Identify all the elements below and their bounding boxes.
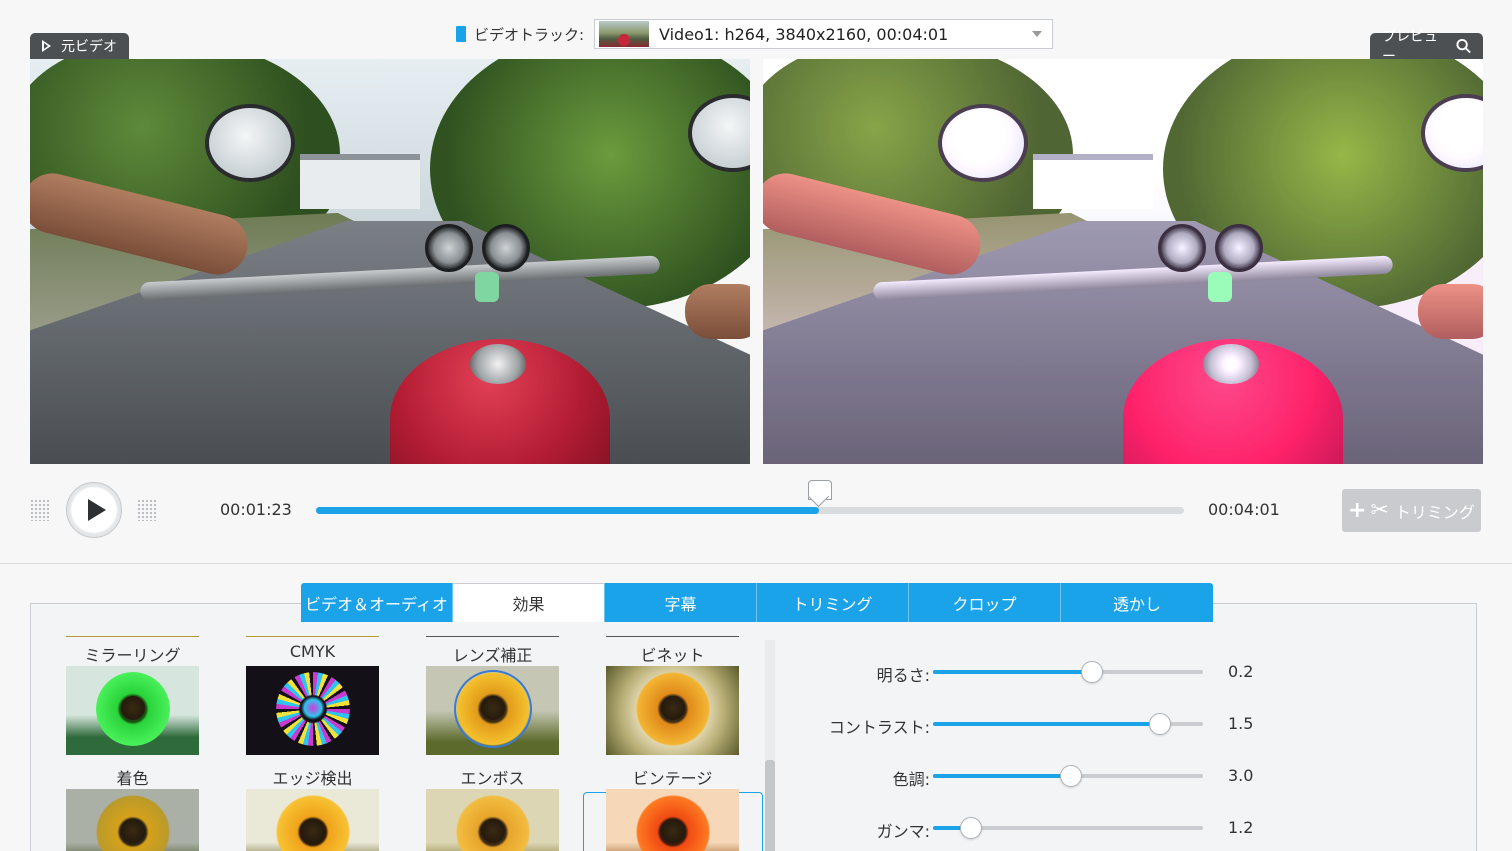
gamma-value: 1.2 [1228,818,1254,837]
effect-emboss[interactable]: エンボス [426,760,559,851]
slider-knob[interactable] [1059,765,1082,787]
video-track-row: ビデオトラック: Video1: h264, 3840x2160, 00:04:… [456,19,1053,49]
effect-thumbnail [66,666,199,755]
effect-label: レンズ補正 [452,646,533,665]
contrast-slider[interactable] [933,713,1203,735]
slider-knob[interactable] [1148,713,1171,735]
drag-grip-icon[interactable] [137,499,157,521]
effect-vintage[interactable]: ビンテージ [606,760,739,851]
plus-icon: + [1348,498,1367,523]
trim-button-label: トリミング [1394,502,1475,522]
effect-vignette[interactable]: ビネット [606,636,739,755]
effect-thumbnail [606,666,739,755]
scissors-icon: ✂ [1370,498,1389,523]
tab-crop[interactable]: クロップ [909,583,1061,622]
effect-label: CMYK [289,642,336,661]
slider-knob[interactable] [959,817,982,839]
settings-tabs: ビデオ＆オーディオ 効果 字幕 トリミング クロップ 透かし [301,583,1213,622]
section-divider [0,563,1512,564]
contrast-row: コントラスト: 1.5 [780,709,1280,739]
effect-label: ビネット [640,646,705,665]
slider-fill [933,670,1093,674]
effects-scrollbar[interactable] [765,640,775,851]
scrollbar-thumb[interactable] [765,760,775,851]
effect-thumbnail [426,666,559,755]
effect-thumbnail [246,789,379,851]
slider-knob[interactable] [1081,661,1104,683]
drag-grip-icon[interactable] [30,499,50,521]
timeline-track[interactable] [316,480,1184,514]
track-thumbnail [599,21,649,47]
tab-watermark[interactable]: 透かし [1061,583,1213,622]
brightness-label: 明るさ: [876,666,930,685]
timeline-handle[interactable] [808,480,833,506]
track-icon [456,26,466,42]
brightness-row: 明るさ: 0.2 [780,657,1280,687]
video-track-select[interactable]: Video1: h264, 3840x2160, 00:04:01 [594,19,1053,49]
effect-tint[interactable]: 着色 [66,760,199,851]
hue-slider[interactable] [933,765,1203,787]
source-video-tab: 元ビデオ [30,33,129,59]
current-time: 00:01:23 [220,500,292,519]
contrast-label: コントラスト: [828,718,930,737]
video-track-label: ビデオトラック: [474,25,585,44]
timeline-progress [316,507,820,514]
hue-value: 3.0 [1228,766,1254,785]
effect-thumbnail [426,789,559,851]
effect-cmyk[interactable]: CMYK [246,636,379,755]
gamma-label: ガンマ: [876,822,930,841]
effect-thumbnail [246,666,379,755]
trim-button[interactable]: + ✂ トリミング [1342,489,1481,532]
preview-tab[interactable]: プレビュー [1370,29,1483,65]
effect-mirroring[interactable]: ミラーリング [66,636,199,755]
effect-thumbnail [66,789,199,851]
tab-video-audio[interactable]: ビデオ＆オーディオ [301,583,453,622]
effect-edge-detect[interactable]: エッジ検出 [246,760,379,851]
effect-label: エンボス [460,769,525,788]
chevron-down-icon [1032,31,1042,37]
video-editor-app: ビデオトラック: Video1: h264, 3840x2160, 00:04:… [0,0,1512,851]
search-icon [1456,38,1471,54]
play-outline-icon [42,40,51,52]
slider-fill [933,774,1071,778]
play-button[interactable] [66,482,122,538]
tab-effects[interactable]: 効果 [453,583,605,622]
gamma-slider[interactable] [933,817,1203,839]
tab-trimming[interactable]: トリミング [757,583,909,622]
effect-label: ミラーリング [84,646,181,665]
source-video-label: 元ビデオ [61,39,117,55]
contrast-value: 1.5 [1228,714,1254,733]
effect-label: 着色 [116,769,149,788]
hue-label: 色調: [892,770,930,789]
effect-thumbnail [606,789,739,851]
slider-fill [933,722,1160,726]
effect-label: エッジ検出 [272,769,353,788]
source-video-frame [30,59,750,464]
effect-lens-correction[interactable]: レンズ補正 [426,636,559,755]
brightness-value: 0.2 [1228,662,1254,681]
play-icon [87,499,106,521]
total-time: 00:04:01 [1208,500,1280,519]
effect-label: ビンテージ [632,769,713,788]
brightness-slider[interactable] [933,661,1203,683]
gamma-row: ガンマ: 1.2 [780,813,1280,843]
preview-video-frame [763,59,1483,464]
tab-subtitles[interactable]: 字幕 [605,583,757,622]
hue-row: 色調: 3.0 [780,761,1280,791]
video-track-value: Video1: h264, 3840x2160, 00:04:01 [659,24,949,44]
